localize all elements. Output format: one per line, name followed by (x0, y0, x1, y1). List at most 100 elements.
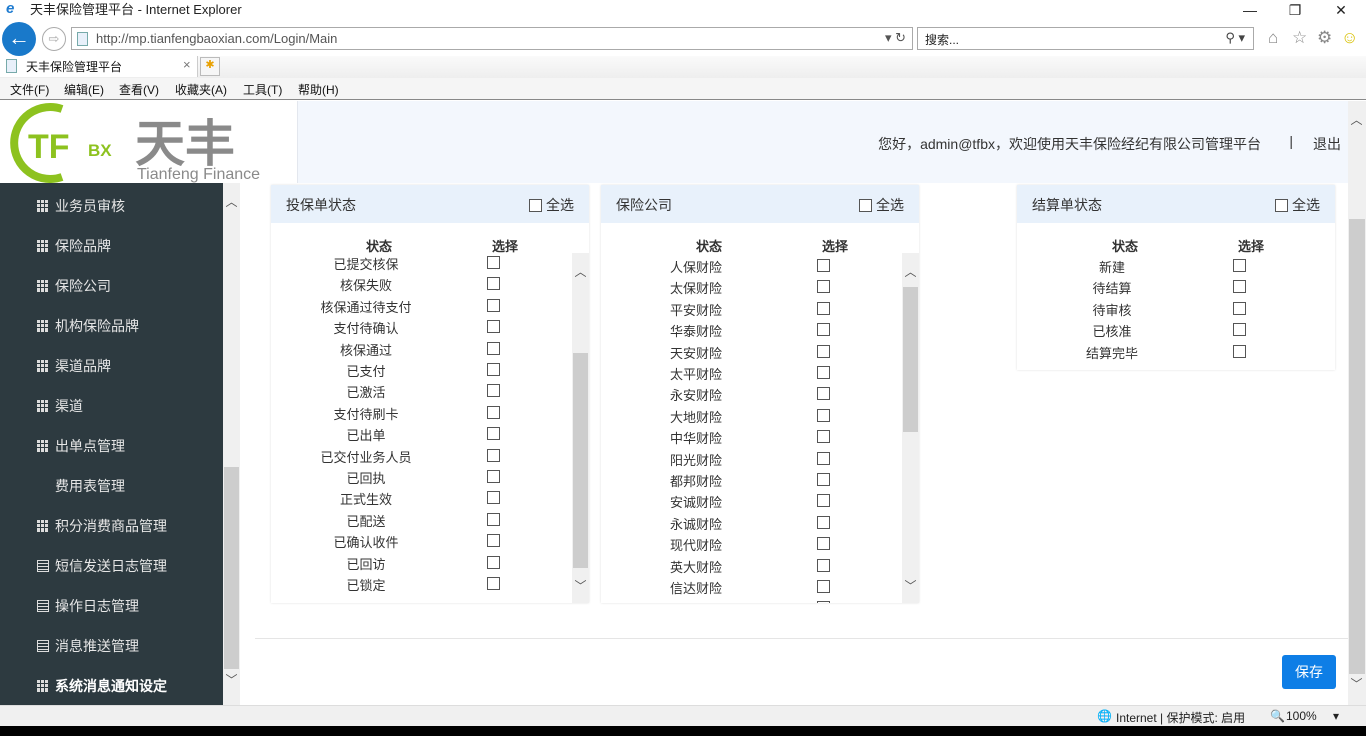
row-checkbox[interactable] (817, 601, 830, 603)
tab-close-icon[interactable]: × (183, 57, 191, 72)
page-scrollbar[interactable]: ︿ ﹀ (1348, 101, 1366, 705)
sidebar-item[interactable]: 渠道品牌 (37, 346, 111, 386)
row-checkbox[interactable] (487, 512, 500, 526)
search-box[interactable]: 搜索... ⚲ ▾ (917, 27, 1254, 50)
row-checkbox[interactable] (817, 537, 830, 551)
scroll-up-icon[interactable]: ︿ (572, 263, 589, 280)
row-checkbox[interactable] (487, 298, 500, 312)
url-input[interactable]: http://mp.tianfengbaoxian.com/Login/Main (96, 31, 337, 46)
list-scrollbar[interactable]: ︿ ﹀ (572, 253, 589, 603)
refresh-icon[interactable]: ▾ ↻ (885, 30, 906, 46)
row-checkbox[interactable] (817, 494, 830, 508)
restore-button[interactable]: ❐ (1280, 2, 1310, 19)
browser-tab[interactable]: 天丰保险管理平台 × (0, 56, 198, 77)
scroll-down-icon[interactable]: ﹀ (1348, 675, 1365, 692)
row-checkbox[interactable] (487, 534, 500, 548)
row-checkbox[interactable] (817, 344, 830, 358)
checkbox[interactable] (1275, 198, 1288, 212)
favorites-star-icon[interactable]: ☆ (1292, 28, 1307, 48)
sidebar-item[interactable]: 保险品牌 (37, 226, 111, 266)
home-icon[interactable]: ⌂ (1268, 28, 1278, 48)
scrollbar-thumb[interactable] (224, 467, 239, 669)
scroll-down-icon[interactable]: ﹀ (223, 671, 240, 688)
scrollbar-thumb[interactable] (1349, 219, 1365, 674)
row-checkbox[interactable] (817, 323, 830, 337)
menu-edit[interactable]: 编辑(E) (64, 81, 104, 98)
row-checkbox[interactable] (817, 408, 830, 422)
row-checkbox[interactable] (817, 301, 830, 315)
search-icon[interactable]: ⚲ ▾ (1225, 30, 1245, 46)
row-checkbox[interactable] (487, 341, 500, 355)
sidebar-item[interactable]: 短信发送日志管理 (37, 546, 167, 586)
row-checkbox[interactable] (817, 451, 830, 465)
row-checkbox[interactable] (487, 470, 500, 483)
row-checkbox[interactable] (817, 387, 830, 401)
list-scrollbar[interactable]: ︿ ﹀ (902, 253, 919, 603)
sidebar-item[interactable]: 出单点管理 (37, 426, 125, 466)
scroll-up-icon[interactable]: ︿ (223, 193, 240, 210)
row-checkbox[interactable] (487, 577, 500, 590)
row-checkbox[interactable] (817, 366, 830, 379)
sidebar-item[interactable]: 业务员审核 (37, 186, 125, 226)
save-button[interactable]: 保存 (1282, 655, 1336, 689)
sidebar-item[interactable]: 系统消息通知设定 (37, 666, 167, 706)
row-checkbox[interactable] (1233, 280, 1246, 294)
row-checkbox[interactable] (817, 473, 830, 486)
row-checkbox[interactable] (817, 580, 830, 593)
select-all-checkbox[interactable]: 全选 (859, 195, 904, 215)
new-tab-button[interactable]: ✱ (200, 57, 220, 76)
row-checkbox[interactable] (817, 280, 830, 294)
scroll-down-icon[interactable]: ﹀ (902, 577, 919, 594)
sidebar-item[interactable]: 机构保险品牌 (37, 306, 139, 346)
menu-file[interactable]: 文件(F) (10, 81, 49, 98)
zoom-level[interactable]: 100% (1286, 709, 1317, 723)
scroll-down-icon[interactable]: ﹀ (572, 577, 589, 594)
menu-favorites[interactable]: 收藏夹(A) (175, 81, 227, 98)
row-checkbox[interactable] (487, 491, 500, 505)
row-checkbox[interactable] (487, 277, 500, 291)
menu-view[interactable]: 查看(V) (119, 81, 159, 98)
back-button[interactable]: ← (2, 22, 36, 56)
row-checkbox[interactable] (1233, 301, 1246, 315)
row-checkbox[interactable] (487, 384, 500, 398)
row-checkbox[interactable] (487, 256, 500, 269)
close-button[interactable]: ✕ (1326, 2, 1356, 19)
minimize-button[interactable]: — (1235, 2, 1265, 18)
scrollbar-thumb[interactable] (573, 353, 588, 568)
row-checkbox[interactable] (1233, 344, 1246, 358)
address-bar[interactable]: http://mp.tianfengbaoxian.com/Login/Main… (71, 27, 913, 50)
gear-icon[interactable]: ⚙ (1317, 28, 1332, 48)
sidebar-item[interactable]: 渠道 (37, 386, 83, 426)
scroll-up-icon[interactable]: ︿ (1348, 111, 1365, 128)
select-all-checkbox[interactable]: 全选 (1275, 195, 1320, 215)
scroll-up-icon[interactable]: ︿ (902, 263, 919, 280)
row-checkbox[interactable] (1233, 259, 1246, 272)
row-checkbox[interactable] (817, 515, 830, 529)
zoom-dropdown-icon[interactable]: ▾ (1333, 709, 1339, 723)
row-checkbox[interactable] (487, 320, 500, 334)
row-checkbox[interactable] (487, 427, 500, 441)
search-input[interactable]: 搜索... (925, 31, 959, 48)
sidebar-scrollbar[interactable]: ︿ ﹀ (223, 183, 240, 705)
checkbox[interactable] (859, 198, 872, 212)
forward-button[interactable]: ⇨ (42, 27, 66, 51)
row-checkbox[interactable] (1233, 323, 1246, 337)
scrollbar-thumb[interactable] (903, 287, 918, 432)
sidebar-item[interactable]: 消息推送管理 (37, 626, 139, 666)
select-all-checkbox[interactable]: 全选 (529, 195, 574, 215)
menu-tools[interactable]: 工具(T) (243, 81, 282, 98)
row-checkbox[interactable] (487, 555, 500, 569)
sidebar-item[interactable]: 积分消费商品管理 (37, 506, 167, 546)
row-checkbox[interactable] (487, 448, 500, 462)
row-checkbox[interactable] (817, 558, 830, 572)
row-checkbox[interactable] (487, 405, 500, 419)
logout-link[interactable]: 退出 (1313, 134, 1341, 154)
row-checkbox[interactable] (817, 430, 830, 444)
menu-help[interactable]: 帮助(H) (298, 81, 339, 98)
smiley-feedback-icon[interactable]: ☺ (1341, 28, 1358, 48)
sidebar-item[interactable]: 保险公司 (37, 266, 111, 306)
sidebar-item[interactable]: 操作日志管理 (37, 586, 139, 626)
sidebar-item[interactable]: 费用表管理 (37, 466, 125, 506)
row-checkbox[interactable] (487, 363, 500, 376)
row-checkbox[interactable] (817, 259, 830, 272)
